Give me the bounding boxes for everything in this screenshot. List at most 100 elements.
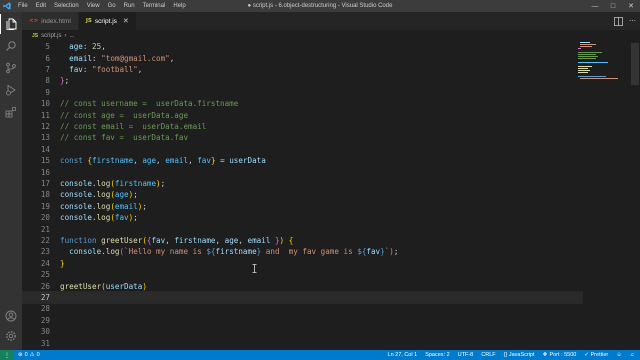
code-line[interactable]: 13 // const fav = userData.fav <box>22 132 582 143</box>
code-line[interactable]: 26 greetUser(userData) <box>22 280 582 291</box>
code-text: console.log(fav); <box>60 213 138 222</box>
source-control-icon[interactable] <box>0 58 22 78</box>
menu-item-run[interactable]: Run <box>120 0 139 12</box>
code-token: ; <box>160 178 166 188</box>
manage-gear-icon[interactable] <box>0 326 22 346</box>
code-line[interactable]: 22 function greetUser({fav, firstname, ag… <box>22 235 582 246</box>
line-number: 22 <box>40 235 50 245</box>
code-line[interactable]: 18 console.log(age); <box>22 189 582 200</box>
code-line[interactable]: 17 console.log(firstname); <box>22 178 582 189</box>
notifications-bell-icon[interactable]: ♫ <box>626 352 638 358</box>
code-text: fav: "football", <box>60 65 142 74</box>
explorer-icon[interactable] <box>0 14 22 34</box>
breadcrumb: JS script.js › ... <box>22 30 640 41</box>
line-number: 19 <box>40 201 50 211</box>
code-line[interactable]: 16 <box>22 166 582 177</box>
minimap[interactable] <box>572 41 628 81</box>
more-actions-icon[interactable]: ⋯ <box>629 17 636 25</box>
remote-indicator-icon[interactable]: ⋮ <box>0 350 14 360</box>
menu-item-file[interactable]: File <box>14 0 32 12</box>
encoding[interactable]: UTF-8 <box>454 352 478 358</box>
tab-script-js[interactable]: JS script.js ✕ <box>78 12 137 30</box>
code-text: } <box>60 259 65 268</box>
cursor-position[interactable]: Ln 27, Col 1 <box>384 352 422 358</box>
code-text: }; <box>60 76 69 85</box>
code-line[interactable]: 21 <box>22 223 582 234</box>
code-line[interactable]: 31 <box>22 337 582 348</box>
feedback-icon[interactable]: ☺ <box>612 352 626 358</box>
maximize-icon[interactable]: □ <box>604 0 622 12</box>
code-line[interactable]: 15 const {firstname, age, email, fav} = u… <box>22 155 582 166</box>
code-line[interactable]: 9 <box>22 87 582 98</box>
menu-item-terminal[interactable]: Terminal <box>139 0 170 12</box>
code-line[interactable]: 19 console.log(email); <box>22 201 582 212</box>
text-cursor-icon <box>252 264 257 273</box>
split-editor-icon[interactable] <box>614 16 623 26</box>
code-line[interactable]: 12 // const email = userData.email <box>22 121 582 132</box>
indentation[interactable]: Spaces: 2 <box>421 352 453 358</box>
code-line[interactable]: 23 console.log(`Hello my name is ${first… <box>22 246 582 257</box>
code-token: = <box>215 156 230 166</box>
menu-item-go[interactable]: Go <box>104 0 120 12</box>
code-token: `Hello my name is <box>124 247 207 257</box>
code-token: userData <box>229 156 266 166</box>
activity-bar <box>0 12 22 350</box>
code-line[interactable]: 8}; <box>22 75 582 86</box>
menu-item-view[interactable]: View <box>83 0 104 12</box>
code-line[interactable]: 25 <box>22 269 582 280</box>
html-icon: <> <box>29 18 39 24</box>
scrollbar-thumb[interactable] <box>631 43 639 85</box>
vertical-scrollbar[interactable] <box>630 41 640 350</box>
tab-index-html[interactable]: <> index.html <box>22 12 79 30</box>
code-token: console <box>60 213 93 223</box>
menu-item-edit[interactable]: Edit <box>32 0 50 12</box>
minimize-icon[interactable]: — <box>586 0 604 12</box>
code-token: // const email = userData.email <box>60 121 207 131</box>
code-line[interactable]: 7 fav: "football", <box>22 64 582 75</box>
broadcast-icon: ❖ <box>542 352 548 358</box>
close-window-icon[interactable]: ✕ <box>622 0 640 12</box>
code-line[interactable]: 6 email: "tom@gmail.com", <box>22 52 582 63</box>
breadcrumb-symbol[interactable]: ... <box>69 33 74 39</box>
code-token: , <box>238 235 248 245</box>
line-number: 14 <box>40 144 50 154</box>
line-number: 24 <box>40 258 50 268</box>
end-of-line[interactable]: CRLF <box>477 352 499 358</box>
problems-indicator[interactable]: ⊗ 0 ⚠ 0 <box>14 352 44 358</box>
code-line[interactable]: 29 <box>22 315 582 326</box>
line-number: 7 <box>45 64 50 74</box>
menu-item-selection[interactable]: Selection <box>50 0 83 12</box>
code-editor[interactable]: 5 age: 25, 6 email: "tom@gmail.com", 7 fav… <box>22 41 640 350</box>
code-token: email <box>69 53 93 63</box>
code-line[interactable]: 28 <box>22 303 582 314</box>
line-number: 18 <box>40 190 50 200</box>
close-tab-icon[interactable]: ✕ <box>123 17 129 25</box>
warning-icon: ⚠ <box>29 352 35 358</box>
code-token: ; <box>133 213 138 223</box>
menu-item-help[interactable]: Help <box>169 0 189 12</box>
code-token: , <box>133 156 143 166</box>
prettier-status[interactable]: ✓ Prettier <box>580 352 612 358</box>
breadcrumb-file[interactable]: script.js <box>41 33 61 39</box>
language-mode[interactable]: {} JavaScript <box>500 352 539 358</box>
code-line[interactable]: 10 // const username = userData.firstname <box>22 98 582 109</box>
code-text: // const age = userData.age <box>60 111 188 120</box>
live-server-port[interactable]: ❖ Port : 5500 <box>539 352 581 358</box>
code-token: console <box>60 201 93 211</box>
run-debug-icon[interactable] <box>0 80 22 100</box>
code-token: // const age = userData.age <box>60 110 189 120</box>
code-token: fav <box>366 247 381 257</box>
search-icon[interactable] <box>0 36 22 56</box>
code-line[interactable]: 30 <box>22 326 582 337</box>
code-line[interactable]: 14 <box>22 144 582 155</box>
code-line[interactable]: 27 <box>22 290 583 305</box>
account-icon[interactable] <box>0 306 22 326</box>
code-line[interactable]: 20 console.log(fav); <box>22 212 582 223</box>
code-line[interactable]: 5 age: 25, <box>22 41 582 52</box>
code-line[interactable]: 11 // const age = userData.age <box>22 109 582 120</box>
code-line[interactable]: 24} <box>22 258 582 269</box>
code-token: 25 <box>92 42 102 52</box>
extensions-icon[interactable] <box>0 102 22 122</box>
